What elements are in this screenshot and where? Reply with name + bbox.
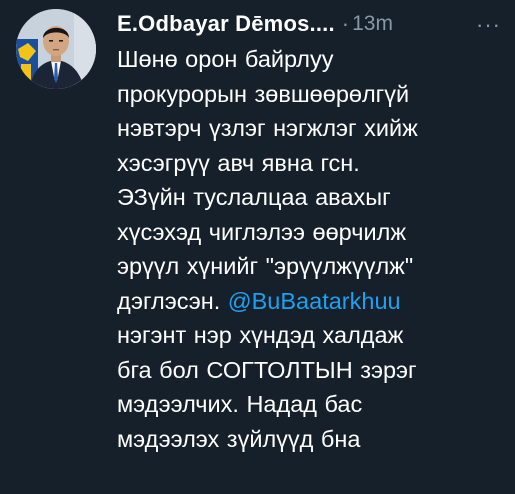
tweet-text-line: ЭЗүйн туслалцаа авахыг bbox=[117, 184, 391, 210]
tweet-header: E.Odbayar Dēmos.... · 13m ··· bbox=[117, 9, 501, 39]
tweet-text-line: бга бол СОГТОЛТЫН зэрэг bbox=[117, 356, 417, 383]
tweet-text-line: мэдээлчих. Надад бас bbox=[117, 391, 363, 417]
header-separator: · bbox=[341, 11, 350, 36]
tweet-text-line: хүсэхэд чиглэлээ өөрчилж bbox=[117, 218, 407, 245]
more-options-icon[interactable]: ··· bbox=[476, 12, 501, 38]
tweet-text-line: нэгэнт нэр хүндэд халдаж bbox=[117, 322, 404, 348]
tweet-text-segment: дэглэсэн. bbox=[117, 287, 221, 314]
tweet-text-line: Шөнө орон байрлуу bbox=[117, 46, 334, 72]
tweet-text-line-with-mention: дэглэсэн. @BuBaatarkhuu bbox=[117, 284, 507, 319]
author-name[interactable]: E.Odbayar Dēmos.... bbox=[117, 11, 335, 37]
tweet-text-line: нэвтэрч үзлэг нэгжлэг хийж bbox=[117, 115, 418, 141]
tweet-text-line: мэдээлэх зүйлүүд бна bbox=[117, 425, 361, 452]
mention-link[interactable]: @BuBaatarkhuu bbox=[228, 288, 401, 314]
tweet-text: Шөнө орон байрлуу прокурорын зөвшөөрөлгү… bbox=[117, 42, 507, 456]
user-avatar-icon bbox=[16, 9, 96, 89]
timestamp[interactable]: 13m bbox=[352, 12, 393, 36]
tweet-text-line: прокурорын зөвшөөрөлгүй bbox=[117, 80, 410, 107]
tweet-card[interactable]: E.Odbayar Dēmos.... · 13m ··· Шөнө орон … bbox=[0, 0, 515, 494]
tweet-text-line: эрүүл хүнийг "эрүүлжүүлж" bbox=[117, 253, 414, 279]
tweet-text-line: хэсэгрүү авч явна гсн. bbox=[117, 149, 360, 176]
avatar[interactable] bbox=[16, 9, 96, 89]
